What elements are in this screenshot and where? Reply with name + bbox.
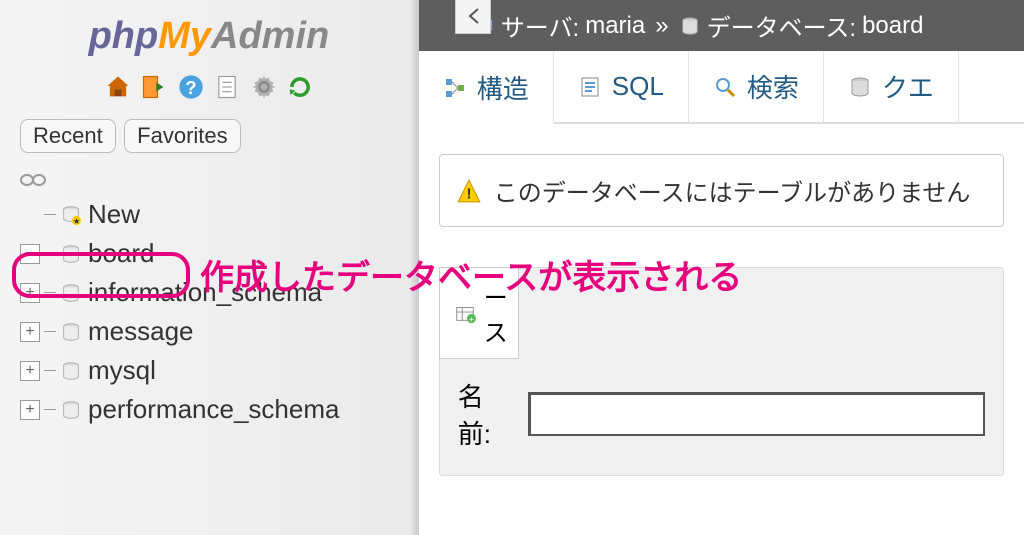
breadcrumb-server-link[interactable]: maria	[585, 12, 645, 40]
breadcrumb-db-label: データベース:	[707, 8, 856, 43]
tree-connector	[44, 370, 56, 371]
tree-item-message[interactable]: + message	[20, 312, 398, 351]
content-area: ! このデータベースにはテーブルがありません + ース 名前:	[419, 124, 1024, 506]
breadcrumb-server-label: サーバ:	[501, 8, 579, 43]
home-icon[interactable]	[104, 73, 132, 101]
tree-item-performance-schema[interactable]: + performance_schema	[20, 390, 398, 429]
tree-item-label: mysql	[88, 355, 156, 386]
tree-item-label: performance_schema	[88, 394, 339, 425]
tab-query[interactable]: クエ	[824, 51, 959, 122]
logo-part-php: php	[89, 15, 159, 57]
db-tree: ★ New − board + information_schema + mes…	[20, 195, 398, 429]
new-db-icon: ★	[60, 204, 82, 226]
tree-new-label: New	[88, 199, 140, 230]
warning-box: ! このデータベースにはテーブルがありません	[439, 154, 1004, 227]
recent-tab[interactable]: Recent	[20, 119, 116, 153]
breadcrumb: サーバ: maria » データベース: board	[419, 0, 1024, 51]
svg-text:!: !	[466, 185, 471, 202]
database-icon	[60, 321, 82, 343]
help-icon[interactable]: ?	[177, 73, 205, 101]
svg-text:?: ?	[185, 77, 196, 98]
logout-icon[interactable]	[140, 73, 168, 101]
tab-sql[interactable]: SQL	[554, 51, 689, 122]
tab-label: 検索	[747, 68, 799, 105]
favorites-tab[interactable]: Favorites	[124, 119, 240, 153]
warning-icon: !	[456, 178, 482, 204]
panel-collapse-button[interactable]	[455, 0, 491, 34]
logo-part-admin: Admin	[211, 15, 329, 57]
reload-icon[interactable]	[286, 73, 314, 101]
tree-spacer	[20, 205, 40, 225]
tab-search[interactable]: 検索	[689, 51, 824, 122]
logo-part-my: My	[158, 15, 211, 57]
tab-structure[interactable]: 構造	[419, 51, 554, 124]
database-icon	[679, 15, 701, 37]
structure-icon	[443, 76, 467, 100]
tree-connector	[44, 409, 56, 410]
tab-label: 構造	[477, 69, 529, 106]
tree-connector	[44, 214, 56, 215]
tab-label: SQL	[612, 71, 664, 102]
breadcrumb-separator: »	[655, 12, 668, 40]
tab-label: クエ	[882, 68, 934, 105]
create-form-row: 名前:	[440, 377, 1003, 475]
create-table-icon: +	[454, 302, 476, 324]
svg-text:★: ★	[73, 217, 80, 226]
gear-icon[interactable]	[250, 73, 278, 101]
svg-text:+: +	[469, 315, 474, 324]
query-icon	[848, 75, 872, 99]
annotation-highlight	[12, 252, 190, 298]
sidebar-toolbar: ?	[20, 73, 398, 101]
panel-link-row	[20, 173, 398, 187]
docs-icon[interactable]	[213, 73, 241, 101]
tree-item-mysql[interactable]: + mysql	[20, 351, 398, 390]
tree-new[interactable]: ★ New	[20, 195, 398, 234]
search-icon	[713, 75, 737, 99]
database-icon	[60, 399, 82, 421]
tree-item-label: message	[88, 316, 194, 347]
sidebar-tabs: Recent Favorites	[20, 119, 398, 153]
warning-text: このデータベースにはテーブルがありません	[494, 173, 971, 208]
link-icon[interactable]	[20, 173, 368, 187]
sql-icon	[578, 75, 602, 99]
tree-expander[interactable]: +	[20, 322, 40, 342]
logo[interactable]: phpMyAdmin	[20, 15, 398, 58]
annotation-text: 作成したデータベースが表示される	[200, 250, 742, 299]
tree-connector	[44, 331, 56, 332]
breadcrumb-db-link[interactable]: board	[862, 12, 923, 40]
table-name-input[interactable]	[528, 392, 985, 436]
tree-expander[interactable]: +	[20, 361, 40, 381]
top-tabs: 構造 SQL 検索 クエ	[419, 51, 1024, 124]
tree-expander[interactable]: +	[20, 400, 40, 420]
database-icon	[60, 360, 82, 382]
name-label: 名前:	[458, 377, 514, 451]
